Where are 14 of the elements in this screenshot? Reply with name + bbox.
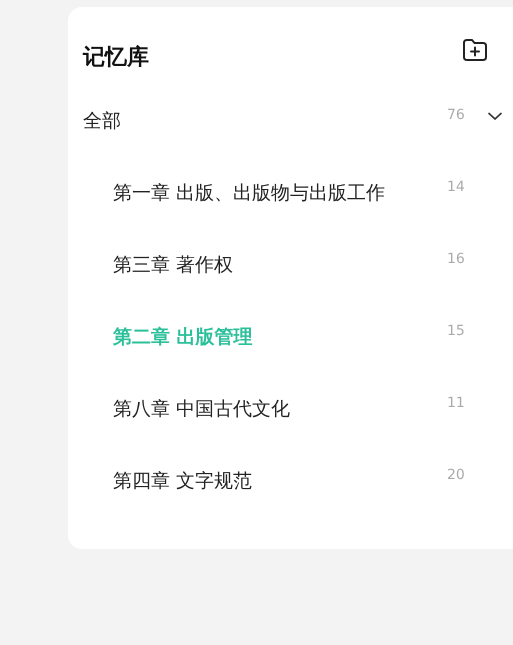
tree-item[interactable]: 第一章 出版、出版物与出版工作 — [83, 181, 447, 205]
item-count: 76 — [447, 107, 466, 123]
tree-item[interactable]: 第四章 文字规范 — [83, 469, 447, 493]
chevron-down-icon[interactable] — [487, 111, 503, 121]
tree-item[interactable]: 第三章 著作权 — [83, 253, 447, 277]
tree-item[interactable]: 全部 — [83, 109, 447, 133]
tree-item[interactable]: 第八章 中国古代文化 — [83, 397, 447, 421]
item-count: 11 — [447, 395, 466, 411]
add-folder-icon[interactable] — [462, 38, 488, 62]
item-count: 15 — [447, 323, 466, 339]
item-count: 14 — [447, 179, 466, 195]
item-count: 16 — [447, 251, 466, 267]
panel-title: 记忆库 — [83, 44, 149, 72]
item-count: 20 — [447, 467, 466, 483]
